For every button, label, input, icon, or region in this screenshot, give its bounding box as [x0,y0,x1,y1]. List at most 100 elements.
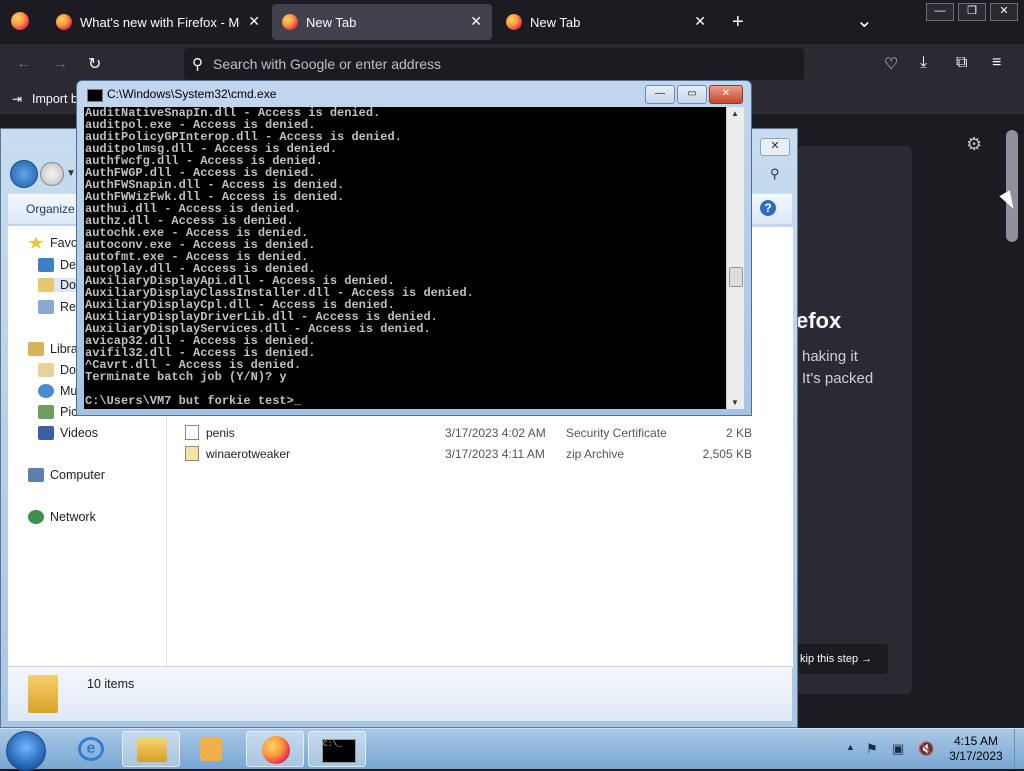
tab-new-tab-active[interactable]: New Tab ✕ [272,4,492,40]
help-icon[interactable]: ? [760,200,776,216]
scroll-thumb[interactable] [729,267,743,287]
action-center-icon[interactable]: ⚑ [866,741,878,757]
organize-button[interactable]: Organize [26,202,75,216]
file-row[interactable]: winaerotweaker 3/17/2023 4:11 AM zip Arc… [167,443,787,465]
firefox-menu-icon[interactable] [11,12,29,30]
clock-date: 3/17/2023 [949,749,1003,763]
list-all-tabs-icon[interactable]: ⌄ [856,8,873,33]
music-icon [38,384,54,398]
tab-close-icon[interactable]: ✕ [470,13,482,30]
nav-favorites[interactable]: Favo [28,236,78,250]
clock[interactable]: 4:15 AM 3/17/2023 [944,734,1008,764]
tab-title: What's new with Firefox - More [80,14,240,30]
volume-muted-icon[interactable]: 🔇 [918,741,934,757]
show-desktop-button[interactable] [1014,729,1024,769]
star-icon [28,236,44,249]
extensions-icon[interactable]: ⧉ [956,54,967,72]
tab-close-icon[interactable]: ✕ [694,13,706,30]
forward-icon[interactable] [40,162,64,186]
file-size: 2,505 KB [702,447,752,461]
nav-downloads[interactable]: Do [38,278,76,292]
scroll-up-icon[interactable]: ▲ [731,109,739,118]
libraries-icon [28,342,44,356]
nav-label: Videos [60,426,98,440]
item-count: 10 items [87,677,135,691]
welcome-text: haking it It's packed [802,346,912,390]
console-line: Terminate batch job (Y/N)? y [85,370,287,384]
firefox-icon [262,736,290,764]
url-placeholder: Search with Google or enter address [213,56,442,72]
cmd-window: C:\Windows\System32\cmd.exe — ▭ ✕ AuditN… [76,80,752,416]
internet-explorer-icon: e [78,737,104,761]
downloads-icon[interactable]: ⤓ [920,54,927,72]
console-prompt: C:\Users\VM7 but forkie test>_ [85,394,302,408]
taskbar-cmd[interactable]: C:\_ [308,731,366,767]
file-date: 3/17/2023 4:02 AM [445,426,546,440]
nav-label: Pic [60,405,78,419]
nav-computer[interactable]: Computer [28,468,105,482]
nav-label: Favo [50,236,78,250]
file-name: penis [206,426,235,440]
minimize-button[interactable]: — [926,3,954,21]
explorer-close-button[interactable]: ✕ [760,138,790,156]
taskbar-media-player[interactable] [182,731,240,767]
cmd-close-button[interactable]: ✕ [709,85,743,104]
taskbar-ie[interactable]: e [62,731,120,767]
nav-videos[interactable]: Videos [38,426,98,440]
nav-network[interactable]: Network [28,510,96,524]
page-scrollbar[interactable] [1006,130,1018,242]
tab-title: New Tab [530,14,581,30]
forward-icon[interactable]: → [52,55,68,73]
restore-button[interactable]: ❐ [958,3,986,21]
start-button[interactable] [6,731,46,771]
skip-step-button[interactable]: kip this step → [796,644,888,674]
nav-label: Mu [60,384,78,398]
back-icon[interactable]: ← [16,55,32,73]
import-bookmarks-link[interactable]: Import b [32,92,78,106]
scroll-down-icon[interactable]: ▼ [731,398,739,407]
close-button[interactable]: ✕ [990,3,1018,21]
import-bookmarks-icon[interactable]: ⇥ [12,92,22,106]
search-icon[interactable]: ⚲ [770,166,780,182]
file-row[interactable]: penis 3/17/2023 4:02 AM Security Certifi… [167,422,787,444]
menu-icon[interactable]: ≡ [992,54,1001,72]
cmd-console[interactable]: AuditNativeSnapIn.dll - Access is denied… [84,107,726,409]
tab-close-icon[interactable]: ✕ [248,13,260,30]
file-size: 2 KB [725,426,752,440]
taskbar-explorer[interactable] [122,731,180,767]
new-tab-button[interactable]: + [732,11,744,34]
cmd-scrollbar[interactable]: ▲ ▼ [726,107,744,409]
recent-pages-icon[interactable]: ▼ [66,168,76,179]
cmd-minimize-button[interactable]: — [645,85,675,104]
taskbar-firefox[interactable] [246,731,304,767]
file-date: 3/17/2023 4:11 AM [445,447,545,461]
reload-icon[interactable]: ↻ [88,54,101,74]
gear-icon[interactable]: ⚙ [966,134,982,155]
welcome-card [796,146,912,694]
back-icon[interactable] [10,160,38,188]
tab-title: New Tab [306,14,357,30]
url-bar[interactable]: ⚲ Search with Google or enter address [184,48,804,80]
recent-places-icon [38,300,54,314]
pocket-icon[interactable]: ♡ [884,54,898,74]
media-player-icon [200,737,222,761]
welcome-title: efox [796,308,842,333]
firefox-favicon-icon [282,14,298,30]
file-name: winaerotweaker [206,447,291,461]
pictures-icon [38,405,54,419]
firefox-favicon-icon [506,14,522,30]
clock-time: 4:15 AM [953,734,999,748]
network-tray-icon[interactable]: ▣ [892,741,904,757]
documents-icon [38,363,54,377]
tab-new-tab[interactable]: New Tab ✕ [496,4,716,40]
cmd-maximize-button[interactable]: ▭ [677,85,707,104]
nav-music[interactable]: Mu [38,384,77,398]
cmd-icon: C:\_ [322,739,356,763]
nav-documents[interactable]: Do [38,363,76,377]
desktop-icon [38,258,54,272]
nav-libraries[interactable]: Libra [28,342,78,356]
show-hidden-icons[interactable]: ▲ [846,742,855,752]
nav-pictures[interactable]: Pic [38,405,77,419]
tab-whats-new[interactable]: What's new with Firefox - More ✕ [46,4,270,40]
nav-label: Libra [50,342,78,356]
